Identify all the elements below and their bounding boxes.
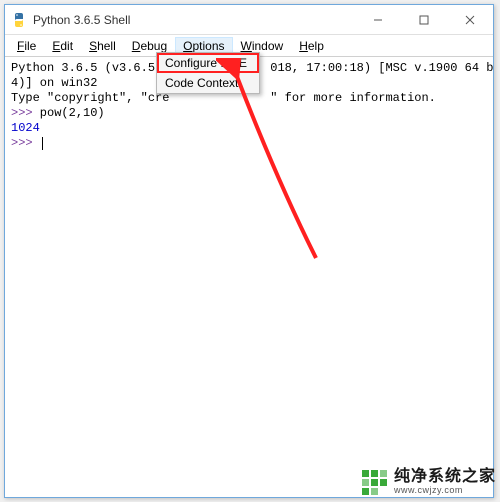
watermark-text: 纯净系统之家: [394, 469, 496, 485]
watermark-url: www.cwjzy.com: [394, 485, 496, 495]
prompt-1: >>>: [11, 106, 33, 120]
close-button[interactable]: [447, 5, 493, 35]
python-icon: [11, 12, 27, 28]
banner-line-1b: 4)] on win32: [11, 76, 97, 90]
watermark-logo-icon: [360, 468, 388, 496]
menu-help[interactable]: Help: [291, 37, 332, 55]
menu-file[interactable]: File: [9, 37, 44, 55]
window-title: Python 3.6.5 Shell: [33, 13, 130, 27]
menu-shell[interactable]: Shell: [81, 37, 124, 55]
maximize-button[interactable]: [401, 5, 447, 35]
menuitem-code-context[interactable]: Code Context: [157, 73, 259, 93]
shell-content[interactable]: Python 3.6.5 (v3.6.5:f5 018, 17:00:18) […: [5, 57, 493, 497]
minimize-button[interactable]: [355, 5, 401, 35]
watermark: 纯净系统之家 www.cwjzy.com: [360, 468, 496, 496]
input-1: pow(2,10): [33, 106, 105, 120]
menuitem-configure-idle[interactable]: Configure IDLE: [157, 53, 259, 73]
titlebar[interactable]: Python 3.6.5 Shell: [5, 5, 493, 35]
menu-edit[interactable]: Edit: [44, 37, 81, 55]
prompt-2: >>>: [11, 136, 33, 150]
options-dropdown: Configure IDLE Code Context: [156, 52, 260, 94]
text-cursor: [42, 137, 43, 150]
output-1: 1024: [11, 121, 40, 135]
